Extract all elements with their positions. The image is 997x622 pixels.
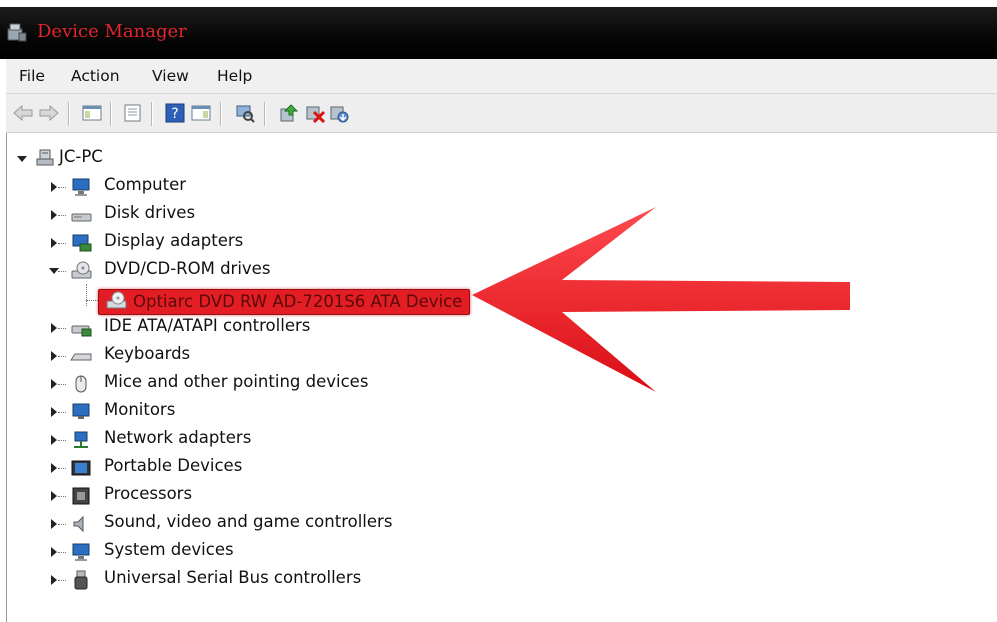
category-label: Sound, video and game controllers [104, 512, 393, 531]
tree-item-network-adapters[interactable]: Network adapters [46, 427, 446, 453]
expand-arrow-icon[interactable] [51, 491, 57, 501]
forward-icon[interactable] [38, 103, 60, 123]
svg-text:?: ? [171, 106, 178, 122]
system-devices-icon [70, 542, 92, 562]
mouse-icon [70, 374, 92, 394]
properties-icon[interactable] [122, 103, 144, 123]
tree-item-mice[interactable]: Mice and other pointing devices [46, 371, 446, 397]
expand-arrow-icon[interactable] [51, 435, 57, 445]
category-label: System devices [104, 540, 234, 559]
expand-arrow-icon[interactable] [51, 323, 57, 333]
category-label: Keyboards [104, 344, 191, 363]
category-label: Processors [104, 484, 193, 503]
back-icon[interactable] [12, 103, 34, 123]
computer-icon [70, 177, 92, 197]
computer-root-icon [34, 148, 56, 168]
expand-arrow-icon[interactable] [51, 575, 57, 585]
dvd-device-icon [105, 291, 127, 311]
action-pane-icon[interactable] [190, 103, 212, 123]
expand-arrow-icon[interactable] [51, 407, 57, 417]
category-label: IDE ATA/ATAPI controllers [104, 316, 311, 335]
portable-device-icon [70, 458, 92, 478]
ide-controller-icon [70, 318, 92, 338]
device-manager-window: Device Manager File Action View Help ? J… [0, 0, 997, 622]
tree-item-dvd-cd-rom-drives[interactable]: DVD/CD-ROM drives [46, 258, 446, 284]
tree-item-disk-drives[interactable]: Disk drives [46, 202, 446, 228]
disable-device-icon[interactable] [328, 103, 350, 123]
tree-item-system-devices[interactable]: System devices [46, 539, 446, 565]
tree-item-ide-controllers[interactable]: IDE ATA/ATAPI controllers [46, 315, 446, 341]
tree-item-usb-controllers[interactable]: Universal Serial Bus controllers [46, 567, 446, 593]
expand-arrow-icon[interactable] [51, 210, 57, 220]
window-title: Device Manager [37, 21, 187, 42]
menu-action[interactable]: Action [71, 67, 120, 85]
expand-arrow-icon[interactable] [51, 519, 57, 529]
toolbar: ? [6, 94, 997, 133]
processor-icon [70, 486, 92, 506]
collapse-arrow-icon[interactable] [17, 156, 27, 162]
help-icon[interactable]: ? [164, 103, 186, 123]
expand-arrow-icon[interactable] [51, 351, 57, 361]
tree-root[interactable]: JC-PC [14, 146, 214, 172]
menu-bar: File Action View Help [6, 59, 997, 94]
tree-item-sound-video-game[interactable]: Sound, video and game controllers [46, 511, 446, 537]
update-driver-icon[interactable] [278, 103, 300, 123]
selected-device-label: Optiarc DVD RW AD-7201S6 ATA Device [133, 292, 463, 311]
monitor-icon [70, 402, 92, 422]
category-label: Universal Serial Bus controllers [104, 568, 362, 587]
category-label: DVD/CD-ROM drives [104, 259, 271, 278]
computer-name-label: JC-PC [59, 147, 103, 166]
expand-arrow-icon[interactable] [51, 463, 57, 473]
expand-arrow-icon[interactable] [51, 238, 57, 248]
keyboard-icon [70, 346, 92, 366]
menu-file[interactable]: File [19, 67, 45, 85]
red-arrow-annotation [472, 207, 850, 392]
expand-arrow-icon[interactable] [51, 547, 57, 557]
dvd-drive-icon [70, 261, 92, 281]
title-bar[interactable]: Device Manager [0, 7, 997, 59]
sound-icon [70, 514, 92, 534]
show-hide-console-tree-icon[interactable] [81, 103, 103, 123]
network-adapter-icon [70, 430, 92, 450]
tree-item-processors[interactable]: Processors [46, 483, 446, 509]
tree-item-computer[interactable]: Computer [46, 174, 446, 200]
menu-help[interactable]: Help [217, 67, 252, 85]
expand-arrow-icon[interactable] [51, 379, 57, 389]
tree-item-display-adapters[interactable]: Display adapters [46, 230, 446, 256]
category-label: Mice and other pointing devices [104, 372, 369, 391]
device-manager-app-icon [6, 21, 28, 43]
category-label: Network adapters [104, 428, 252, 447]
usb-icon [70, 570, 92, 590]
tree-item-monitors[interactable]: Monitors [46, 399, 446, 425]
display-adapter-icon [70, 233, 92, 253]
category-label: Portable Devices [104, 456, 243, 475]
category-label: Computer [104, 175, 187, 194]
category-label: Disk drives [104, 203, 196, 222]
uninstall-icon[interactable] [304, 103, 326, 123]
category-label: Display adapters [104, 231, 244, 250]
scan-hardware-icon[interactable] [234, 103, 256, 123]
menu-view[interactable]: View [152, 67, 189, 85]
category-label: Monitors [104, 400, 176, 419]
tree-item-keyboards[interactable]: Keyboards [46, 343, 446, 369]
selected-device-row[interactable]: Optiarc DVD RW AD-7201S6 ATA Device [98, 289, 470, 315]
disk-drive-icon [70, 205, 92, 225]
tree-item-portable-devices[interactable]: Portable Devices [46, 455, 446, 481]
expand-arrow-icon[interactable] [51, 182, 57, 192]
